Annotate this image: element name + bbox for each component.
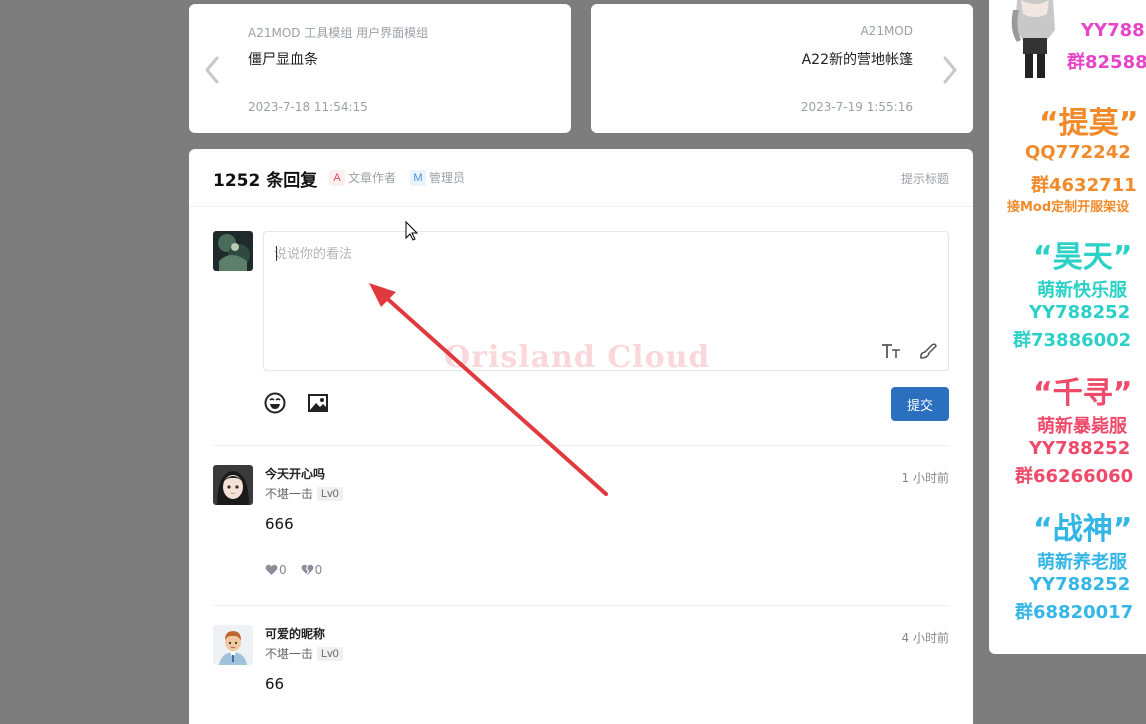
user-level-badge: Lv0: [317, 646, 343, 661]
avatar[interactable]: [213, 465, 253, 505]
comment-actions: 0 0: [265, 563, 322, 577]
brush-icon[interactable]: [917, 340, 939, 362]
ad-text: YY788: [1081, 20, 1145, 41]
ad-text: “千寻”: [1033, 376, 1133, 411]
comment-count: 1252 条回复: [213, 171, 318, 191]
broken-heart-icon: [301, 564, 314, 575]
comment-author[interactable]: 今天开心吗: [265, 465, 325, 482]
ad-text: 群82588: [1067, 52, 1146, 73]
ad-text: YY788252: [1029, 438, 1131, 459]
comment-time: 4 小时前: [901, 631, 949, 645]
ad-text: YY788252: [1029, 302, 1131, 323]
ad-text: “昊天”: [1033, 240, 1133, 275]
avatar[interactable]: [213, 625, 253, 665]
ad-character-image: [1011, 0, 1055, 78]
user-rank: 不堪一击: [265, 487, 314, 501]
next-post-date: 2023-7-19 1:55:16: [800, 100, 913, 114]
ad-text: 萌新快乐服: [1037, 280, 1127, 301]
ad-text: 群73886002: [1013, 330, 1132, 351]
text-caret: [276, 246, 277, 261]
ad-text: “提莫”: [1039, 106, 1139, 141]
prev-post-date: 2023-7-18 11:54:15: [248, 100, 368, 114]
author-tag-label: 文章作者: [348, 171, 397, 185]
ad-text: “战神”: [1033, 512, 1133, 547]
emoji-icon[interactable]: [264, 392, 286, 414]
like-button[interactable]: 0: [265, 563, 287, 577]
author-tag-icon: A: [329, 169, 345, 186]
comment-text: 666: [265, 515, 294, 533]
next-post-title[interactable]: A22新的营地帐篷: [802, 49, 913, 69]
prev-post-title[interactable]: 僵尸显血条: [248, 49, 318, 69]
heart-icon: [265, 564, 278, 575]
admin-tag: M 管理员: [410, 169, 465, 186]
ad-text: QQ772242: [1025, 142, 1131, 163]
next-post-card[interactable]: A21MOD A22新的营地帐篷 2023-7-19 1:55:16: [591, 4, 973, 133]
watermark: Orisland Cloud: [444, 340, 711, 375]
divider: [213, 445, 949, 446]
current-user-avatar: [213, 231, 253, 271]
ad-text: 萌新暴毙服: [1037, 416, 1127, 437]
ad-text: 群66266060: [1015, 466, 1134, 487]
prev-post-card[interactable]: A21MOD 工具模组 用户界面模组 僵尸显血条 2023-7-18 11:54…: [189, 4, 571, 133]
author-tag: A 文章作者: [329, 169, 396, 186]
comments-panel: 1252 条回复 A 文章作者 M 管理员 提示标题 Orisland Clou…: [189, 149, 973, 724]
ad-text: 接Mod定制开服架设: [1007, 200, 1130, 215]
hint-title-link[interactable]: 提示标题: [901, 170, 949, 187]
comments-header: 1252 条回复 A 文章作者 M 管理员 提示标题: [189, 149, 973, 207]
font-size-icon[interactable]: [880, 340, 902, 362]
like-count: 0: [279, 563, 287, 577]
comment-meta: 不堪一击 Lv0: [265, 485, 343, 502]
user-rank: 不堪一击: [265, 647, 314, 661]
comment-meta: 不堪一击 Lv0: [265, 645, 343, 662]
admin-tag-icon: M: [410, 169, 426, 186]
comment-editor: Orisland Cloud: [263, 231, 949, 375]
chevron-left-icon[interactable]: [201, 54, 225, 86]
prev-post-tags: A21MOD 工具模组 用户界面模组: [248, 26, 429, 40]
ad-text: 群4632711: [1031, 175, 1137, 196]
ad-text: 萌新养老服: [1037, 552, 1127, 573]
admin-tag-label: 管理员: [429, 171, 466, 185]
dislike-count: 0: [314, 563, 323, 577]
sidebar-advertisement[interactable]: YY788 群82588 “提莫” QQ772242 群4632711 接Mod…: [989, 0, 1146, 654]
comment-text: 66: [265, 675, 285, 693]
ad-text: YY788252: [1029, 574, 1131, 595]
next-post-tags: A21MOD: [860, 24, 913, 38]
comment-time: 1 小时前: [901, 471, 949, 485]
submit-button[interactable]: 提交: [891, 387, 949, 421]
divider: [213, 605, 949, 606]
chevron-right-icon[interactable]: [937, 54, 961, 86]
ad-text: 群68820017: [1015, 602, 1134, 623]
user-level-badge: Lv0: [317, 486, 343, 501]
dislike-button[interactable]: 0: [301, 563, 323, 577]
image-icon[interactable]: [307, 392, 329, 414]
comment-author[interactable]: 可爱的昵称: [265, 625, 325, 642]
